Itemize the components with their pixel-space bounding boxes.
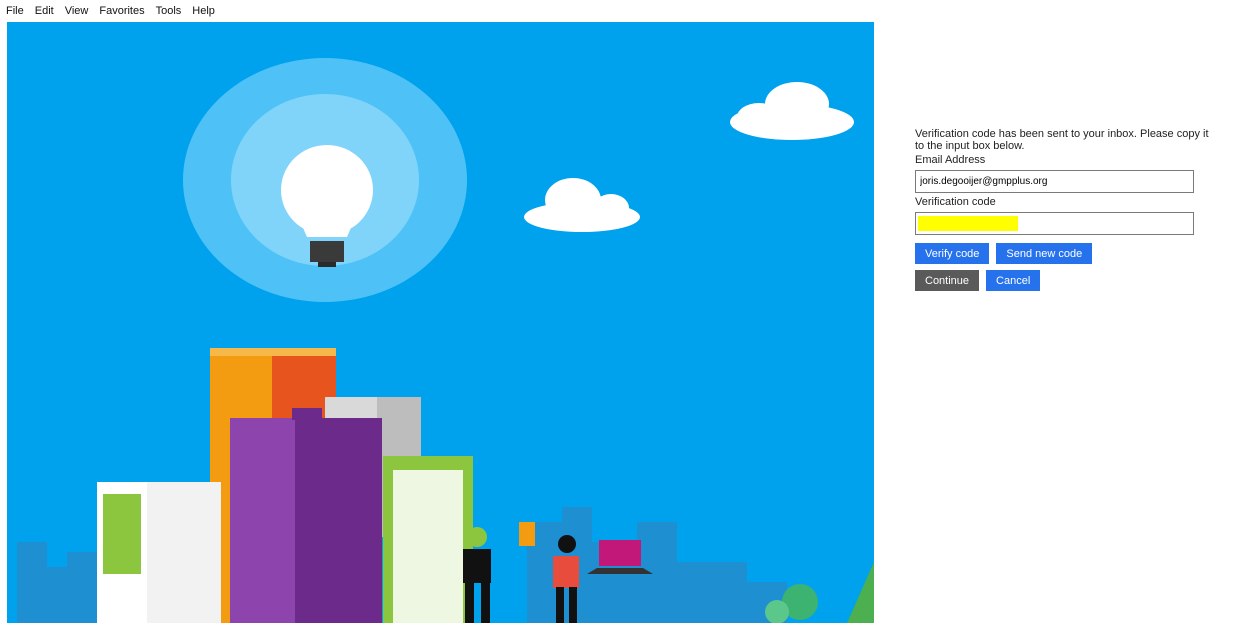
menu-help[interactable]: Help xyxy=(192,5,215,17)
verification-code-label: Verification code xyxy=(915,196,996,208)
verification-description: Verification code has been sent to your … xyxy=(915,128,1209,152)
menu-favorites[interactable]: Favorites xyxy=(99,5,144,17)
verification-code-wrapper xyxy=(915,212,1194,235)
continue-button[interactable]: Continue xyxy=(915,270,980,291)
cancel-button[interactable]: Cancel xyxy=(986,270,1041,291)
verify-code-button[interactable]: Verify code xyxy=(915,243,990,264)
cloud-icon xyxy=(730,82,854,140)
illustration-art xyxy=(17,58,874,623)
verification-code-input[interactable] xyxy=(915,212,1194,235)
verify-button-row: Verify code Send new code xyxy=(915,243,1215,264)
action-button-row: Continue Cancel xyxy=(915,270,1215,291)
menu-tools[interactable]: Tools xyxy=(156,5,182,17)
cloud-icon xyxy=(524,178,640,232)
email-label: Email Address xyxy=(915,154,986,166)
menu-view[interactable]: View xyxy=(65,5,89,17)
menu-file[interactable]: File xyxy=(6,5,24,17)
city-illustration xyxy=(7,22,874,623)
verification-panel: Verification code has been sent to your … xyxy=(915,128,1215,291)
send-new-code-button[interactable]: Send new code xyxy=(996,243,1093,264)
lightbulb-icon xyxy=(183,58,467,302)
menu-bar: File Edit View Favorites Tools Help xyxy=(0,0,1251,22)
person-illustration xyxy=(463,522,535,623)
menu-edit[interactable]: Edit xyxy=(35,5,54,17)
email-field[interactable] xyxy=(915,170,1194,193)
